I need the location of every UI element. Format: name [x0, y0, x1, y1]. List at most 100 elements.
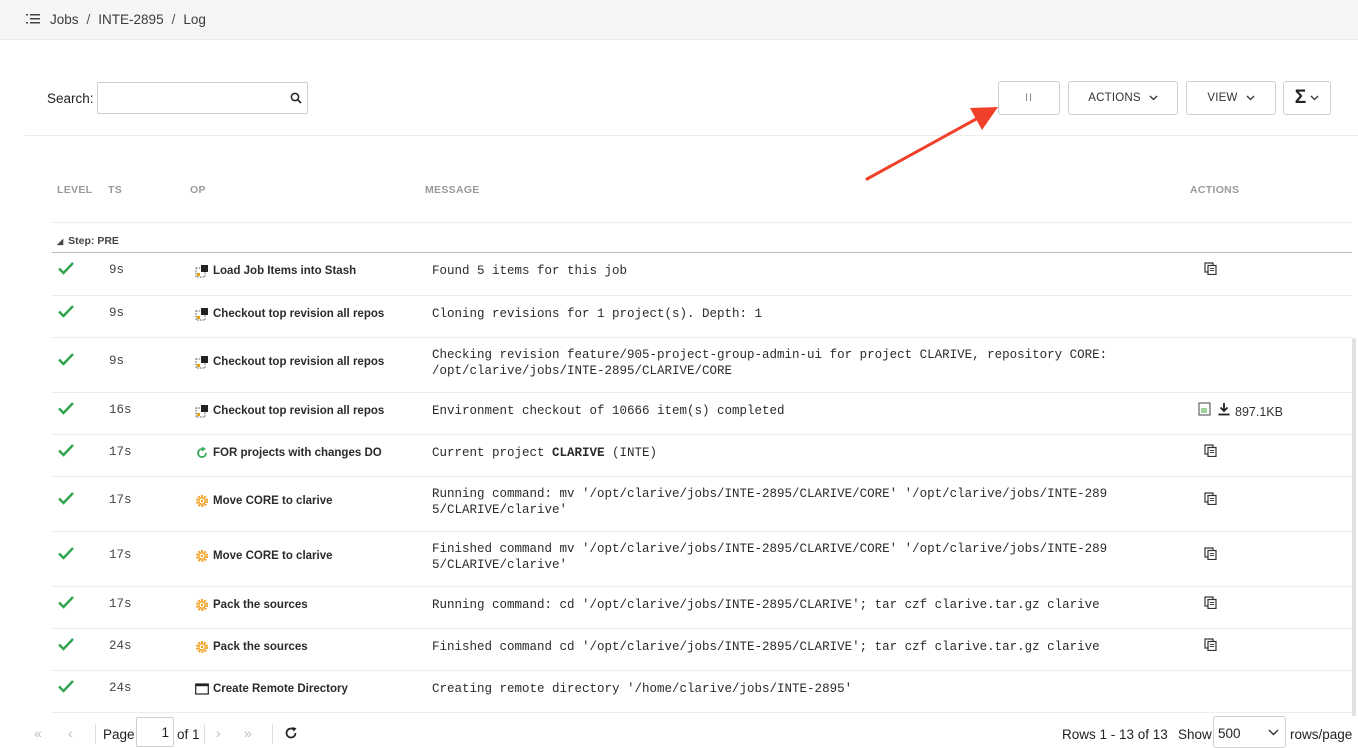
- op-cell: Pack the sources: [195, 598, 308, 612]
- search-input[interactable]: [100, 85, 284, 113]
- toolbar-divider: [25, 135, 1358, 136]
- next-page-icon[interactable]: ›: [216, 725, 221, 741]
- page-number-input[interactable]: [136, 717, 174, 747]
- table-row[interactable]: 24s Create Remote Directory Creating remot…: [52, 671, 1352, 713]
- refresh-icon[interactable]: [284, 726, 298, 740]
- search-field[interactable]: [97, 82, 308, 114]
- table-row[interactable]: 9s Checkout top revision all repos Checkin…: [52, 338, 1352, 393]
- table-row[interactable]: 17s FOR projects with changes DO Current p…: [52, 435, 1352, 477]
- header-divider: [52, 222, 1352, 223]
- menu-collapse-icon[interactable]: [26, 12, 40, 26]
- row-actions: [1204, 547, 1217, 565]
- op-label[interactable]: Move CORE to clarive: [213, 550, 333, 562]
- actions-button[interactable]: ACTIONS: [1068, 81, 1178, 115]
- success-check-icon: [57, 261, 75, 275]
- success-check-icon: [57, 304, 75, 318]
- op-label[interactable]: FOR projects with changes DO: [213, 447, 382, 459]
- column-header-actions[interactable]: ACTIONS: [1190, 184, 1239, 196]
- success-check-icon: [57, 679, 75, 693]
- summary-button[interactable]: Σ: [1283, 81, 1331, 115]
- copy-icon[interactable]: [1204, 492, 1217, 510]
- op-cell: FOR projects with changes DO: [195, 446, 382, 460]
- table-row[interactable]: 17s Move CORE to clarive Finished command …: [52, 532, 1352, 587]
- prev-page-icon[interactable]: ‹: [68, 725, 73, 741]
- log-message: Finished command mv '/opt/clarive/jobs/I…: [432, 542, 1108, 572]
- copy-icon[interactable]: [1204, 547, 1217, 565]
- rows-per-page-value: 500: [1218, 726, 1241, 741]
- pause-icon: II: [1024, 92, 1034, 104]
- annotation-arrow: [865, 107, 998, 181]
- copy-icon[interactable]: [1204, 262, 1217, 280]
- table-row[interactable]: 24s Pack the sources Finished command cd '…: [52, 629, 1352, 671]
- breadcrumb-job[interactable]: INTE-2895: [98, 12, 163, 27]
- pager-separator: [95, 724, 96, 744]
- rows-info: Rows 1 - 13 of 13: [1062, 727, 1168, 742]
- pager-separator: [272, 724, 273, 744]
- view-button[interactable]: VIEW: [1186, 81, 1276, 115]
- message-project: CLARIVE: [552, 446, 605, 460]
- table-row[interactable]: 16s Checkout top revision all repos Enviro…: [52, 393, 1352, 435]
- op-label[interactable]: Pack the sources: [213, 641, 308, 653]
- breadcrumb-jobs[interactable]: Jobs: [50, 12, 79, 27]
- table-row[interactable]: 17s Move CORE to clarive Running command: …: [52, 477, 1352, 532]
- file-icon[interactable]: [1198, 402, 1211, 421]
- timestamp: 17s: [109, 493, 132, 507]
- group-header-step[interactable]: ◢ Step: PRE: [57, 235, 119, 247]
- copy-icon[interactable]: [1204, 638, 1217, 656]
- collapse-triangle-icon[interactable]: ◢: [57, 237, 63, 246]
- page-count: of 1: [177, 727, 200, 742]
- op-label[interactable]: Pack the sources: [213, 599, 308, 611]
- log-message: Current project CLARIVE (INTE): [432, 445, 1112, 461]
- op-label[interactable]: Load Job Items into Stash: [213, 265, 356, 277]
- last-page-icon[interactable]: »: [244, 725, 252, 741]
- op-cell: Move CORE to clarive: [195, 494, 333, 508]
- op-label[interactable]: Move CORE to clarive: [213, 495, 333, 507]
- window-icon: [195, 682, 209, 696]
- vertical-scrollbar[interactable]: [1352, 338, 1356, 748]
- row-actions: 897.1KB: [1198, 402, 1283, 421]
- op-cell: Checkout top revision all repos: [195, 307, 384, 321]
- column-header-op[interactable]: OP: [190, 184, 206, 196]
- rows-per-page-select[interactable]: 500: [1213, 716, 1286, 748]
- column-header-message[interactable]: MESSAGE: [425, 184, 480, 196]
- log-message: Running command: cd '/opt/clarive/jobs/I…: [432, 598, 1100, 612]
- op-cell: Create Remote Directory: [195, 682, 348, 696]
- column-header-ts[interactable]: TS: [108, 184, 122, 196]
- stash-icon: [195, 355, 209, 369]
- column-header-level[interactable]: LEVEL: [57, 184, 92, 196]
- chevron-down-icon: [1268, 729, 1279, 736]
- op-label[interactable]: Checkout top revision all repos: [213, 308, 384, 320]
- table-row[interactable]: 17s Pack the sources Running command: cd '…: [52, 587, 1352, 629]
- op-cell: Checkout top revision all repos: [195, 355, 384, 369]
- message-text: (INTE): [604, 446, 658, 460]
- table-row[interactable]: 9s Checkout top revision all repos Cloning…: [52, 296, 1352, 338]
- timestamp: 9s: [109, 306, 125, 320]
- show-label: Show: [1178, 727, 1212, 742]
- timestamp: 9s: [109, 263, 125, 277]
- chevron-down-icon: [1246, 95, 1255, 101]
- op-cell: Load Job Items into Stash: [195, 264, 356, 278]
- stash-icon: [195, 264, 209, 278]
- file-size: 897.1KB: [1235, 404, 1283, 419]
- chevron-down-icon: [1310, 95, 1319, 101]
- op-label[interactable]: Checkout top revision all repos: [213, 405, 384, 417]
- table-row[interactable]: 9s Load Job Items into Stash Found 5 items…: [52, 253, 1352, 296]
- op-label[interactable]: Checkout top revision all repos: [213, 356, 384, 368]
- first-page-icon[interactable]: «: [34, 725, 42, 741]
- actions-label: ACTIONS: [1088, 92, 1141, 104]
- timestamp: 17s: [109, 445, 132, 459]
- log-message: Cloning revisions for 1 project(s). Dept…: [432, 307, 763, 321]
- gear-icon: [195, 494, 209, 508]
- breadcrumb-bar: Jobs / INTE-2895 / Log: [0, 0, 1358, 40]
- success-check-icon: [57, 352, 75, 366]
- search-icon[interactable]: [290, 92, 302, 104]
- sigma-icon: Σ: [1294, 87, 1307, 108]
- log-message: Creating remote directory '/home/clarive…: [432, 682, 853, 696]
- copy-icon[interactable]: [1204, 596, 1217, 614]
- download-icon[interactable]: [1217, 402, 1231, 421]
- op-label[interactable]: Create Remote Directory: [213, 683, 348, 695]
- success-check-icon: [57, 443, 75, 457]
- row-actions: [1204, 638, 1217, 656]
- view-label: VIEW: [1207, 92, 1238, 104]
- copy-icon[interactable]: [1204, 444, 1217, 462]
